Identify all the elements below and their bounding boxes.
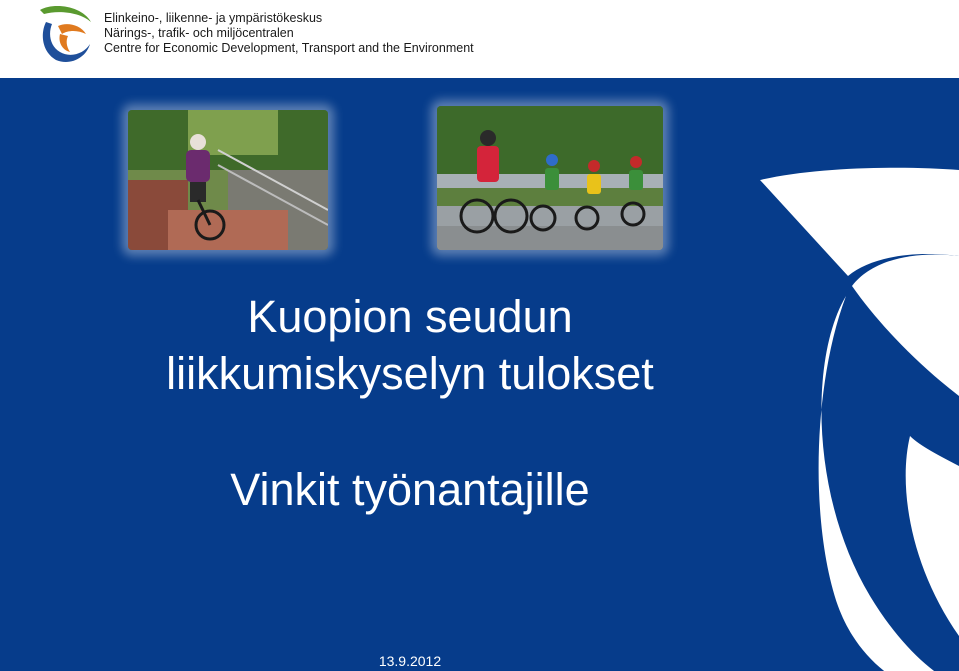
organization-name: Elinkeino-, liikenne- ja ympäristökeskus…	[104, 11, 474, 56]
org-name-finnish: Elinkeino-, liikenne- ja ympäristökeskus	[104, 11, 323, 25]
slide-title-line-1: Kuopion seudun	[247, 291, 573, 342]
slide-date: 13.9.2012	[378, 653, 442, 669]
ely-logo-icon	[40, 6, 91, 63]
org-name-english: Centre for Economic Development, Transpo…	[104, 41, 474, 55]
ely-watermark-icon	[760, 167, 959, 671]
photo-family-cycling	[437, 106, 663, 250]
slide-subtitle: Vinkit työnantajille	[230, 464, 590, 515]
title-slide: Kuopion seudun liikkumiskyselyn tulokset…	[0, 78, 959, 671]
slide-title-line-2: liikkumiskyselyn tulokset	[166, 348, 654, 399]
header: Elinkeino-, liikenne- ja ympäristökeskus…	[0, 0, 959, 78]
photo-elderly-woman-cycling	[128, 110, 328, 250]
org-name-swedish: Närings-, trafik- och miljöcentralen	[104, 26, 294, 40]
